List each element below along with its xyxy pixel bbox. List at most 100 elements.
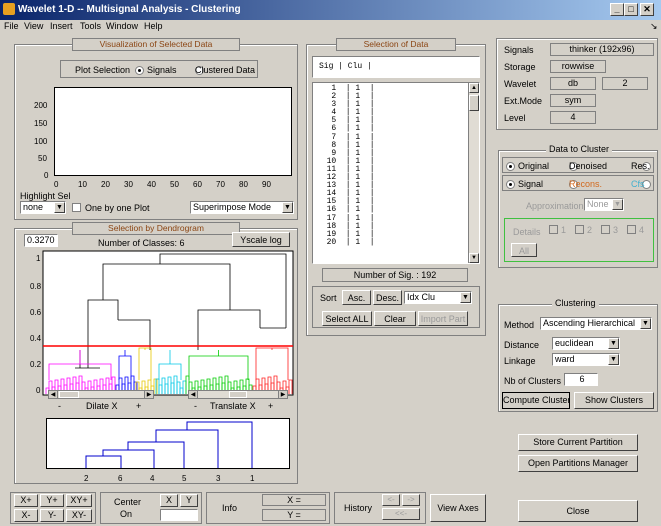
source-group: Original Denoised Res. (502, 157, 654, 173)
center-y-button[interactable]: Y (180, 494, 198, 507)
approximation-select[interactable]: None ▼ (584, 198, 624, 211)
zoom-y-minus-button[interactable]: Y- (40, 509, 64, 522)
history-forward-button[interactable]: -> (402, 494, 420, 506)
x-tick: 50 (170, 180, 179, 189)
arrow-right-icon[interactable]: ▶ (144, 391, 153, 398)
leaf-label: 4 (150, 474, 155, 483)
dilate-slider[interactable]: ◀ ▶ (48, 390, 154, 399)
threshold-input[interactable]: 0.3270 (24, 234, 58, 247)
signals-plot[interactable] (54, 87, 292, 176)
all-details-button[interactable]: All (511, 243, 537, 257)
compute-clusters-button[interactable]: Compute Clusters (502, 392, 570, 409)
menu-view[interactable]: View (24, 21, 43, 31)
center-input[interactable] (160, 509, 198, 521)
minimize-button[interactable]: _ (610, 3, 624, 16)
arrow-left-icon[interactable]: ◀ (49, 391, 58, 398)
select-all-button[interactable]: Select ALL (322, 311, 372, 326)
menu-tools[interactable]: Tools (80, 21, 101, 31)
distance-select[interactable]: euclidean ▼ (552, 337, 620, 350)
clustering-title: Clustering (552, 298, 599, 308)
sort-asc-button[interactable]: Asc. (342, 290, 371, 305)
signals-radio[interactable] (135, 66, 144, 76)
menu-file[interactable]: File (4, 21, 19, 31)
open-partitions-button[interactable]: Open Partitions Manager (518, 455, 638, 472)
list-scrollbar[interactable]: ▲ ▼ (468, 83, 479, 263)
nb-clusters-input[interactable]: 6 (564, 373, 598, 386)
zoom-xy-plus-button[interactable]: XY+ (66, 494, 92, 507)
method-select[interactable]: Ascending Hierarchical ▼ (540, 317, 652, 330)
arrow-left-icon[interactable]: ◀ (189, 391, 198, 398)
zoom-x-plus-button[interactable]: X+ (14, 494, 38, 507)
show-clusters-button[interactable]: Show Clusters (574, 392, 654, 409)
translate-thumb[interactable] (229, 391, 247, 398)
sort-key-value: Idx Clu (407, 292, 436, 302)
title-bar: Wavelet 1-D -- Multisignal Analysis - Cl… (0, 0, 661, 20)
x-tick: 90 (262, 180, 271, 189)
close-window-button[interactable]: ✕ (640, 3, 654, 16)
dropdown-arrow-icon: ▼ (608, 354, 619, 365)
scroll-thumb[interactable] (469, 95, 479, 111)
selection-of-data-title: Selection of Data (336, 38, 456, 51)
dendrogram-plot[interactable] (20, 250, 295, 400)
recons-label: Recons. (569, 179, 603, 189)
detail-1-checkbox[interactable] (549, 225, 558, 234)
scroll-up-icon[interactable]: ▲ (469, 83, 479, 93)
arrow-right-icon[interactable]: ▶ (278, 391, 287, 398)
highlight-select[interactable]: none ▼ (20, 201, 66, 214)
cluster-dendrogram-plot[interactable] (46, 418, 290, 472)
original-radio[interactable] (506, 162, 515, 172)
dilate-thumb[interactable] (59, 391, 79, 398)
clear-button[interactable]: Clear (374, 311, 416, 326)
center-label: Center (114, 497, 142, 507)
menu-insert[interactable]: Insert (50, 21, 73, 31)
sort-desc-button[interactable]: Desc. (373, 290, 402, 305)
detail-4-label: 4 (639, 225, 645, 235)
visualization-title: Visualization of Selected Data (72, 38, 240, 51)
list-item[interactable]: 20 | 1 | (317, 238, 479, 247)
zoom-y-plus-button[interactable]: Y+ (40, 494, 64, 507)
linkage-label: Linkage (504, 356, 536, 366)
yscale-log-button[interactable]: Yscale log (232, 232, 290, 247)
plot-mode-select[interactable]: Superimpose Mode ▼ (190, 201, 294, 214)
one-by-one-checkbox[interactable] (72, 203, 81, 212)
dilate-label: Dilate X (86, 401, 118, 411)
signals-label: Signals (147, 65, 177, 75)
store-partition-button[interactable]: Store Current Partition (518, 434, 638, 451)
close-button[interactable]: Close (518, 500, 638, 522)
detail-3-checkbox[interactable] (601, 225, 610, 234)
zoom-xy-minus-button[interactable]: XY- (66, 509, 92, 522)
history-reset-button[interactable]: <<- (382, 508, 420, 520)
menu-help[interactable]: Help (144, 21, 163, 31)
scroll-down-icon[interactable]: ▼ (469, 253, 479, 263)
translate-minus: - (194, 401, 197, 411)
detail-2-checkbox[interactable] (575, 225, 584, 234)
y-coordinate-display: Y = (262, 509, 326, 521)
num-classes-label: Number of Classes: 6 (98, 238, 185, 248)
zoom-x-minus-button[interactable]: X- (14, 509, 38, 522)
dropdown-arrow-icon: ▼ (282, 202, 293, 213)
view-axes-button[interactable]: View Axes (430, 494, 486, 522)
translate-plus: + (268, 401, 274, 411)
x-tick: 60 (193, 180, 202, 189)
plot-selection-group: Plot Selection Signals Clustered Data (60, 60, 258, 78)
dilate-plus: + (136, 401, 142, 411)
cfs-label: Cfs (631, 179, 645, 189)
history-back-button[interactable]: <- (382, 494, 400, 506)
center-x-button[interactable]: X (160, 494, 178, 507)
menu-window[interactable]: Window (106, 21, 138, 31)
maximize-button[interactable]: □ (624, 3, 638, 16)
translate-label: Translate X (210, 401, 256, 411)
translate-slider[interactable]: ◀ ▶ (188, 390, 288, 399)
signals-listbox[interactable]: 1 | 1 | 2 | 1 | 3 | 1 | 4 | 1 | 5 | 1 | … (312, 82, 480, 264)
x-tick: 20 (101, 180, 110, 189)
signal-radio[interactable] (506, 180, 515, 190)
app-icon (3, 3, 15, 15)
y-tick: 0.6 (30, 308, 42, 317)
sort-label: Sort (320, 293, 337, 303)
detail-3-label: 3 (613, 225, 619, 235)
import-part-button[interactable]: Import Part (418, 311, 468, 326)
detail-4-checkbox[interactable] (627, 225, 636, 234)
clustered-label: Clustered Data (195, 65, 256, 75)
sort-key-select[interactable]: Idx Clu ▼ (404, 291, 472, 304)
linkage-select[interactable]: ward ▼ (552, 353, 620, 366)
